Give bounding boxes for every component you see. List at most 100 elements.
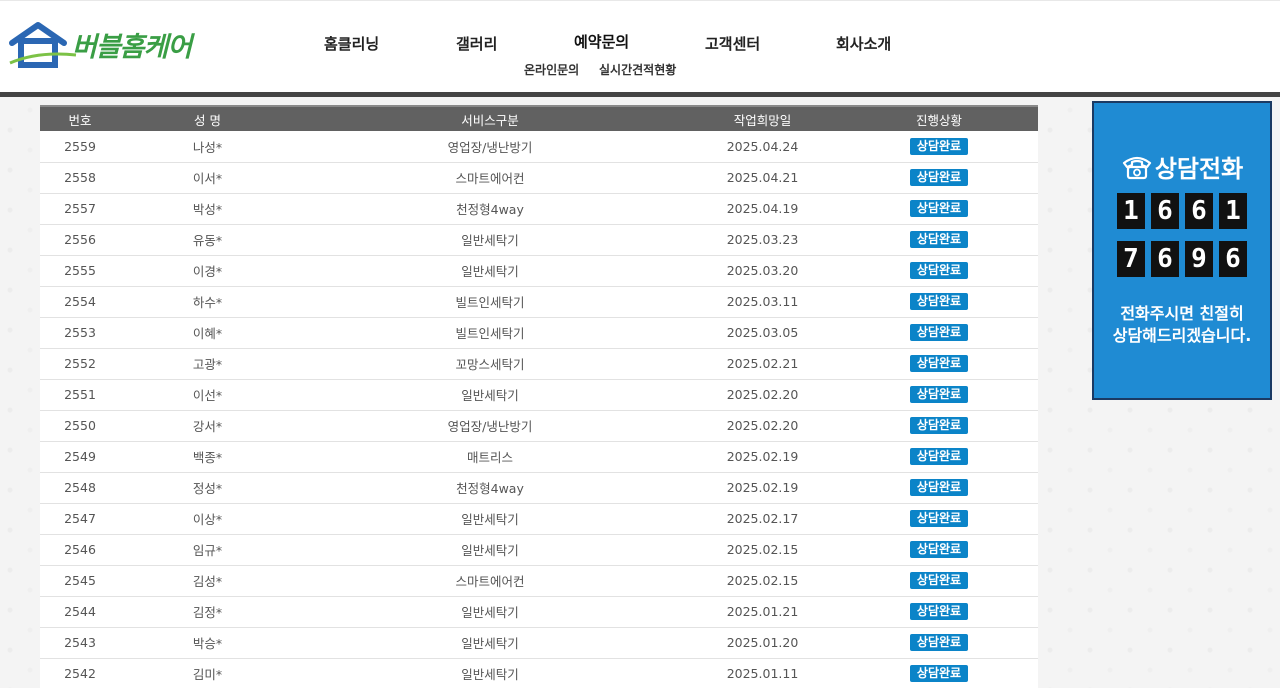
nav-home-cleaning[interactable]: 홈클리닝: [324, 33, 379, 54]
row-status: 상담완료: [840, 627, 1038, 659]
row-name: 이선*: [120, 379, 295, 411]
table-row[interactable]: 2543 박승* 일반세탁기 2025.01.20 상담완료: [40, 627, 1038, 659]
table-row[interactable]: 2551 이선* 일반세탁기 2025.02.20 상담완료: [40, 379, 1038, 411]
row-status: 상담완료: [840, 348, 1038, 380]
logo[interactable]: 버블홈케어: [8, 21, 208, 73]
status-badge[interactable]: 상담완료: [910, 448, 968, 465]
row-date: 2025.01.11: [685, 658, 840, 688]
row-name: 정성*: [120, 472, 295, 504]
nav-customer-center[interactable]: 고객센터: [705, 33, 760, 54]
house-logo-icon: [9, 22, 77, 68]
table-row[interactable]: 2559 나성* 영업장/냉난방기 2025.04.24 상담완료: [40, 131, 1038, 163]
header-number: 번호: [40, 105, 120, 131]
table-row[interactable]: 2549 백종* 매트리스 2025.02.19 상담완료: [40, 441, 1038, 473]
row-status: 상담완료: [840, 534, 1038, 566]
row-number: 2549: [40, 441, 120, 473]
row-name: 유동*: [120, 224, 295, 256]
table-row[interactable]: 2557 박성* 천정형4way 2025.04.19 상담완료: [40, 193, 1038, 225]
row-status: 상담완료: [840, 224, 1038, 256]
row-date: 2025.03.11: [685, 286, 840, 318]
status-badge[interactable]: 상담완료: [910, 293, 968, 310]
status-badge[interactable]: 상담완료: [910, 355, 968, 372]
table-row[interactable]: 2544 김정* 일반세탁기 2025.01.21 상담완료: [40, 596, 1038, 628]
row-date: 2025.02.19: [685, 472, 840, 504]
row-service: 빌트인세탁기: [295, 317, 685, 349]
row-date: 2025.02.20: [685, 410, 840, 442]
phone-digit: 7: [1117, 241, 1145, 277]
row-name: 김미*: [120, 658, 295, 688]
logo-text: 버블홈케어: [72, 32, 192, 63]
consult-phone-banner[interactable]: 상담전화 1 6 6 1 7 6 9 6 전화주시면 친절히 상담해드리겠습니다…: [1092, 101, 1272, 400]
row-status: 상담완료: [840, 317, 1038, 349]
table-row[interactable]: 2552 고광* 꼬망스세탁기 2025.02.21 상담완료: [40, 348, 1038, 380]
row-service: 일반세탁기: [295, 658, 685, 688]
row-name: 이혜*: [120, 317, 295, 349]
status-badge[interactable]: 상담완료: [910, 200, 968, 217]
row-number: 2547: [40, 503, 120, 535]
status-badge[interactable]: 상담완료: [910, 417, 968, 434]
status-badge[interactable]: 상담완료: [910, 479, 968, 496]
subnav-online-inquiry[interactable]: 온라인문의: [524, 61, 579, 78]
row-service: 영업장/냉난방기: [295, 131, 685, 163]
status-badge[interactable]: 상담완료: [910, 603, 968, 620]
banner-title: 상담전화: [1094, 149, 1270, 184]
status-badge[interactable]: 상담완료: [910, 137, 968, 155]
table-row[interactable]: 2550 강서* 영업장/냉난방기 2025.02.20 상담완료: [40, 410, 1038, 442]
row-date: 2025.04.24: [685, 131, 840, 163]
row-number: 2543: [40, 627, 120, 659]
estimate-table: 번호 성 명 서비스구분 작업희망일 진행상황 2559 나성* 영업장/냉난방기 2…: [40, 105, 1038, 688]
status-badge[interactable]: 상담완료: [910, 634, 968, 651]
status-badge[interactable]: 상담완료: [910, 231, 968, 248]
table-row[interactable]: 2556 유동* 일반세탁기 2025.03.23 상담완료: [40, 224, 1038, 256]
table-row[interactable]: 2546 임규* 일반세탁기 2025.02.15 상담완료: [40, 534, 1038, 566]
table-row[interactable]: 2545 김성* 스마트에어컨 2025.02.15 상담완료: [40, 565, 1038, 597]
row-status: 상담완료: [840, 565, 1038, 597]
status-badge[interactable]: 상담완료: [910, 262, 968, 279]
row-status: 상담완료: [840, 193, 1038, 225]
banner-desc-line-1: 전화주시면 친절히: [1120, 304, 1244, 323]
row-status: 상담완료: [840, 472, 1038, 504]
subnav-realtime-estimate[interactable]: 실시간견적현황: [599, 61, 676, 78]
status-badge[interactable]: 상담완료: [910, 169, 968, 186]
table-row[interactable]: 2558 이서* 스마트에어컨 2025.04.21 상담완료: [40, 162, 1038, 194]
row-status: 상담완료: [840, 410, 1038, 442]
row-service: 스마트에어컨: [295, 565, 685, 597]
status-badge[interactable]: 상담완료: [910, 572, 968, 589]
banner-title-text: 상담전화: [1154, 155, 1244, 183]
table-row[interactable]: 2554 하수* 빌트인세탁기 2025.03.11 상담완료: [40, 286, 1038, 318]
header-name: 성 명: [120, 105, 295, 131]
row-date: 2025.02.15: [685, 565, 840, 597]
row-number: 2554: [40, 286, 120, 318]
status-badge[interactable]: 상담완료: [910, 665, 968, 682]
table-row[interactable]: 2548 정성* 천정형4way 2025.02.19 상담완료: [40, 472, 1038, 504]
row-service: 일반세탁기: [295, 627, 685, 659]
row-service: 일반세탁기: [295, 224, 685, 256]
table-row[interactable]: 2553 이혜* 빌트인세탁기 2025.03.05 상담완료: [40, 317, 1038, 349]
row-number: 2557: [40, 193, 120, 225]
row-date: 2025.04.19: [685, 193, 840, 225]
status-badge[interactable]: 상담완료: [910, 324, 968, 341]
header-service: 서비스구분: [295, 105, 685, 131]
row-date: 2025.03.20: [685, 255, 840, 287]
nav-gallery[interactable]: 갤러리: [456, 33, 497, 54]
row-service: 매트리스: [295, 441, 685, 473]
row-number: 2558: [40, 162, 120, 194]
row-status: 상담완료: [840, 596, 1038, 628]
status-badge[interactable]: 상담완료: [910, 541, 968, 558]
status-badge[interactable]: 상담완료: [910, 510, 968, 527]
table-row[interactable]: 2547 이상* 일반세탁기 2025.02.17 상담완료: [40, 503, 1038, 535]
row-status: 상담완료: [840, 658, 1038, 688]
nav-reservation[interactable]: 예약문의: [574, 31, 629, 52]
row-name: 김정*: [120, 596, 295, 628]
phone-digit: 1: [1219, 193, 1247, 229]
estimate-board: 번호 성 명 서비스구분 작업희망일 진행상황 2559 나성* 영업장/냉난방기 2…: [40, 105, 1038, 688]
phone-digit: 6: [1151, 193, 1179, 229]
row-service: 일반세탁기: [295, 255, 685, 287]
row-service: 스마트에어컨: [295, 162, 685, 194]
nav-company[interactable]: 회사소개: [836, 33, 891, 54]
row-status: 상담완료: [840, 255, 1038, 287]
row-status: 상담완료: [840, 162, 1038, 194]
status-badge[interactable]: 상담완료: [910, 386, 968, 403]
table-row[interactable]: 2555 이경* 일반세탁기 2025.03.20 상담완료: [40, 255, 1038, 287]
table-row[interactable]: 2542 김미* 일반세탁기 2025.01.11 상담완료: [40, 658, 1038, 688]
